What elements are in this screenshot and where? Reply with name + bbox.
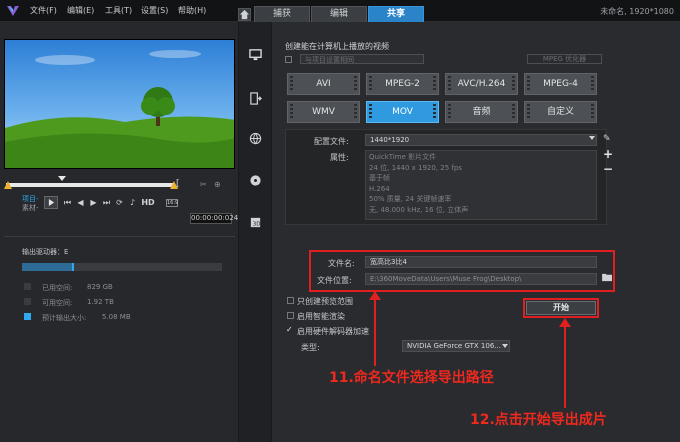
annotation-step-11: 11.命名文件选择导出路径	[329, 370, 494, 386]
annotation-step-12: 12.点击开始导出成片	[470, 412, 607, 428]
arrow-12-head	[559, 318, 571, 327]
arrow-11-head	[369, 291, 381, 300]
